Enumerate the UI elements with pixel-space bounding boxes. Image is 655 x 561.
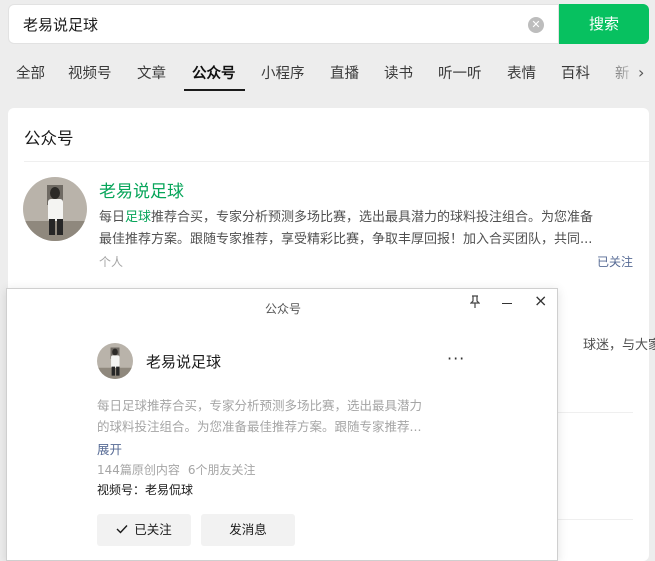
check-icon — [116, 514, 128, 546]
send-message-button[interactable]: 发消息 — [201, 514, 295, 546]
desc-text: 推荐合买，专家分析预测多场比赛，选出最具潜力的球料投注组合。为您准备 — [151, 210, 594, 225]
account-popup: 公众号 × 老易说足球 ··· 每日足球推荐合买，专家分析预测多场比赛，选出最具… — [6, 288, 558, 561]
desc-text: 的球料投注组合。为您准备最佳推荐方案。跟随专家推荐... — [97, 419, 422, 434]
popup-account-name: 老易说足球 — [146, 353, 222, 371]
desc-highlight: 足球 — [125, 210, 152, 225]
desc-text-line2: 最佳推荐方案。跟随专家推荐，享受精彩比赛，争取丰厚回报！加入合买团队，共同... — [99, 232, 593, 247]
search-bar[interactable]: 老易说足球 ✕ — [8, 4, 559, 44]
divider — [548, 519, 633, 520]
followed-button[interactable]: 已关注 — [97, 514, 191, 546]
follow-status[interactable]: 已关注 — [597, 253, 633, 270]
tab-official-accounts[interactable]: 公众号 — [192, 62, 236, 83]
search-input[interactable]: 老易说足球 — [23, 14, 98, 35]
tab-mini-programs[interactable]: 小程序 — [261, 62, 305, 83]
chevron-right-icon[interactable]: › — [638, 63, 644, 82]
result-account-name[interactable]: 老易说足球 — [99, 177, 184, 202]
clear-icon[interactable]: ✕ — [528, 17, 544, 33]
divider — [24, 161, 649, 162]
active-tab-indicator — [184, 89, 245, 91]
avatar[interactable] — [23, 177, 87, 241]
tab-books[interactable]: 读书 — [384, 62, 413, 83]
section-title: 公众号 — [24, 129, 74, 148]
popup-description: 每日足球推荐合买，专家分析预测多场比赛，选出最具潜力 的球料投注组合。为您准备最… — [97, 395, 467, 437]
category-tabs: 全部 视频号 文章 公众号 小程序 直播 读书 听一听 表情 百科 新 — [0, 52, 655, 92]
tab-overflow-fade — [602, 52, 655, 92]
desc-text: 每日足球推荐合买，专家分析预测多场比赛，选出最具潜力 — [97, 398, 423, 413]
more-icon[interactable]: ··· — [447, 349, 465, 368]
minimize-icon[interactable] — [502, 303, 512, 304]
desc-text: 每日 — [99, 210, 126, 225]
tab-channels[interactable]: 视频号 — [68, 62, 112, 83]
tab-live[interactable]: 直播 — [330, 62, 359, 83]
search-button[interactable]: 搜索 — [559, 4, 649, 44]
original-count: 144篇原创内容 — [97, 463, 180, 477]
divider — [548, 412, 633, 413]
account-stats: 144篇原创内容 6个朋友关注 — [97, 461, 256, 478]
pin-icon[interactable] — [469, 295, 481, 313]
close-icon[interactable]: × — [534, 291, 547, 310]
expand-link[interactable]: 展开 — [97, 439, 122, 458]
account-type: 个人 — [99, 255, 124, 269]
tab-stickers[interactable]: 表情 — [507, 62, 536, 83]
tab-listen[interactable]: 听一听 — [438, 62, 482, 83]
tab-all[interactable]: 全部 — [16, 62, 45, 83]
background-snippet: 球迷，与大家 — [583, 338, 655, 353]
tab-articles[interactable]: 文章 — [137, 62, 166, 83]
popup-avatar[interactable] — [97, 343, 133, 379]
followed-label: 已关注 — [134, 522, 172, 537]
channel-link[interactable]: 视频号：老易侃球 — [97, 481, 193, 498]
friends-follow-count[interactable]: 6个朋友关注 — [188, 463, 256, 477]
result-description: 每日足球推荐合买，专家分析预测多场比赛，选出最具潜力的球料投注组合。为您准备 最… — [99, 207, 632, 251]
tab-encyclopedia[interactable]: 百科 — [561, 62, 590, 83]
